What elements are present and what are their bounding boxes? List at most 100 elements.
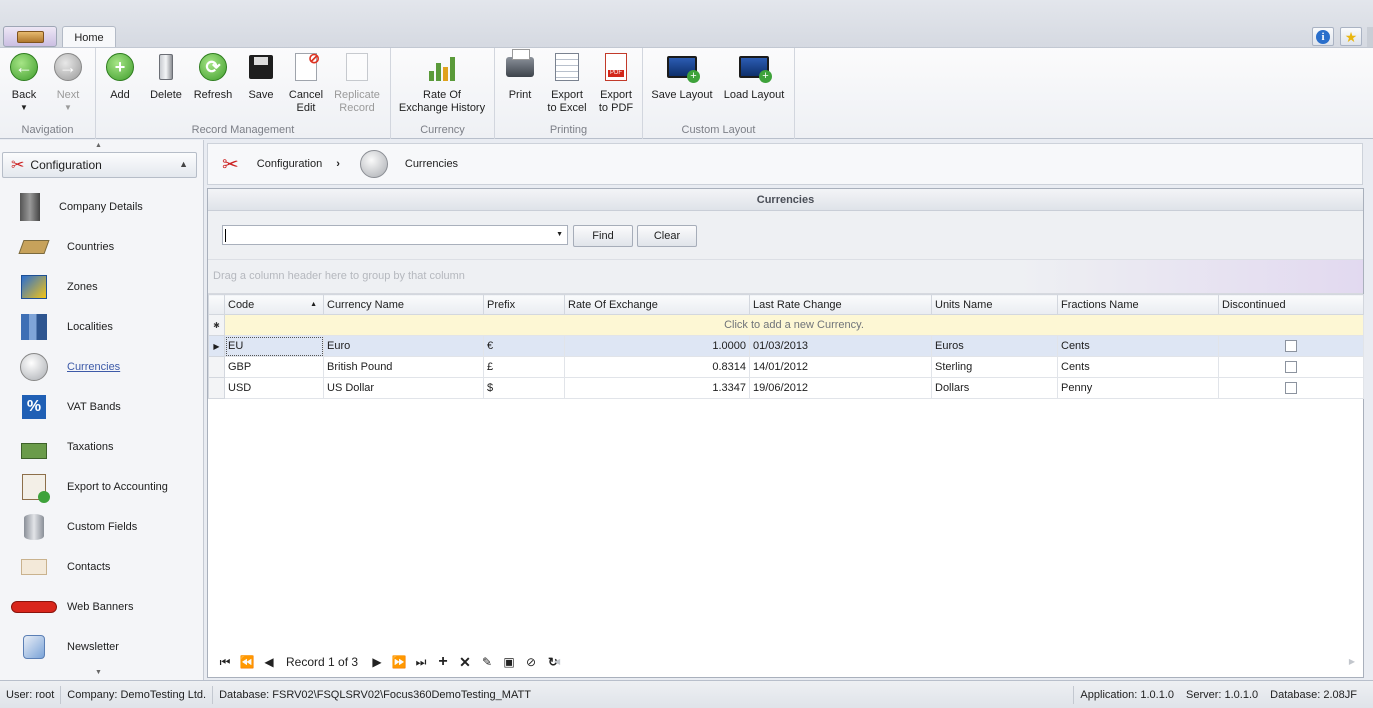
append-record-icon[interactable]: + [432, 654, 454, 670]
currencies-panel: Currencies ▼ Find Clear Drag a column he… [207, 188, 1364, 678]
application-menu-button[interactable] [3, 26, 57, 47]
save-button[interactable]: Save [244, 51, 278, 102]
end-edit-icon[interactable]: ▣ [498, 656, 520, 668]
last-record-icon[interactable]: ⏭ [410, 656, 432, 668]
cell-fractions-name[interactable]: Penny [1057, 377, 1219, 399]
status-company: Company: DemoTesting Ltd. [61, 685, 214, 704]
export-icon [20, 473, 50, 503]
rate-of-exchange-history-button[interactable]: Rate Of Exchange History [397, 51, 487, 115]
refresh-button[interactable]: ⟳ Refresh [192, 51, 234, 102]
scroll-left-icon[interactable]: ◀ [554, 658, 560, 666]
export-to-excel-button[interactable]: Export to Excel [545, 51, 589, 115]
cell-discontinued[interactable] [1218, 356, 1364, 378]
cell-discontinued[interactable] [1218, 377, 1364, 399]
sidebar-item-newsletter[interactable]: Newsletter [0, 627, 204, 667]
edit-record-icon[interactable]: ✎ [476, 656, 498, 668]
info-button[interactable]: i [1312, 27, 1334, 46]
load-layout-button[interactable]: Load Layout [721, 51, 787, 102]
clear-button[interactable]: Clear [637, 225, 697, 247]
replicate-record-button[interactable]: Replicate Record [332, 51, 382, 115]
cell-last-rate-change[interactable]: 19/06/2012 [749, 377, 932, 399]
cell-fractions-name[interactable]: Cents [1057, 335, 1219, 357]
cell-prefix[interactable]: £ [483, 356, 565, 378]
cell-prefix[interactable]: $ [483, 377, 565, 399]
cell-code[interactable]: GBP [224, 356, 324, 378]
cell-fractions-name[interactable]: Cents [1057, 356, 1219, 378]
save-layout-button[interactable]: Save Layout [649, 51, 715, 102]
cancel-edit-button[interactable]: ⊘ Cancel Edit [288, 51, 324, 115]
discontinued-checkbox[interactable] [1285, 382, 1297, 395]
next-record-icon[interactable]: ▶ [366, 656, 388, 668]
sidebar-header-configuration[interactable]: ✂ Configuration ▲ [2, 152, 197, 178]
cell-code[interactable]: EU [224, 335, 324, 357]
delete-record-icon[interactable]: ✕ [454, 655, 476, 669]
back-button[interactable]: ← Back ▼ [8, 51, 40, 112]
print-button[interactable]: Print [503, 49, 537, 102]
sidebar-item-export-to-accounting[interactable]: Export to Accounting [0, 467, 204, 507]
delete-button[interactable]: Delete [146, 51, 186, 102]
sidebar-item-vat-bands[interactable]: % VAT Bands [0, 387, 204, 427]
sidebar-item-company-details[interactable]: Company Details [0, 187, 204, 227]
status-database: Database: FSRV02\FSQLSRV02\Focus360DemoT… [219, 688, 531, 701]
column-header-discontinued[interactable]: Discontinued [1218, 294, 1364, 315]
scroll-right-icon[interactable]: ▶ [1349, 658, 1355, 666]
group-panel[interactable]: Drag a column header here to group by th… [208, 260, 1363, 294]
cell-last-rate-change[interactable]: 14/01/2012 [749, 356, 932, 378]
sidebar-scroll-down-icon[interactable]: ▼ [95, 669, 102, 676]
next-page-icon[interactable]: ⏩ [388, 656, 410, 668]
sidebar: ▲ ✂ Configuration ▲ Company Details Coun… [0, 140, 204, 680]
cancel-edit-icon[interactable]: ⊘ [520, 656, 542, 668]
cell-currency-name[interactable]: Euro [323, 335, 484, 357]
cell-currency-name[interactable]: British Pound [323, 356, 484, 378]
column-header-code[interactable]: Code ▲ [224, 294, 324, 315]
panel-title: Currencies [208, 189, 1363, 211]
new-item-row[interactable]: ✱ Click to add a new Currency. [208, 314, 1364, 336]
cell-rate[interactable]: 1.3347 [564, 377, 750, 399]
status-bar: User: root Company: DemoTesting Ltd. Dat… [0, 680, 1373, 708]
previous-record-icon[interactable]: ◀ [258, 656, 280, 668]
add-button[interactable]: + Add [104, 51, 136, 102]
sidebar-item-currencies[interactable]: Currencies [0, 347, 204, 387]
sidebar-item-contacts[interactable]: Contacts [0, 547, 204, 587]
cell-last-rate-change[interactable]: 01/03/2013 [749, 335, 932, 357]
column-header-currency-name[interactable]: Currency Name [323, 294, 484, 315]
search-input[interactable]: ▼ [222, 225, 568, 245]
cell-units-name[interactable]: Euros [931, 335, 1058, 357]
cell-discontinued[interactable] [1218, 335, 1364, 357]
table-row[interactable]: ▶ EU Euro € 1.0000 01/03/2013 Euros Cent… [208, 335, 1364, 357]
cell-units-name[interactable]: Dollars [931, 377, 1058, 399]
breadcrumb-configuration[interactable]: Configuration [257, 158, 322, 170]
cell-rate[interactable]: 0.8314 [564, 356, 750, 378]
sidebar-item-web-banners[interactable]: Web Banners [0, 587, 204, 627]
sidebar-item-countries[interactable]: Countries [0, 227, 204, 267]
cell-rate[interactable]: 1.0000 [564, 335, 750, 357]
find-button[interactable]: Find [573, 225, 633, 247]
column-header-prefix[interactable]: Prefix [483, 294, 565, 315]
export-to-pdf-button[interactable]: PDF Export to PDF [595, 51, 637, 115]
sidebar-item-localities[interactable]: Localities [0, 307, 204, 347]
horizontal-scrollbar[interactable]: ◀ ▶ [554, 658, 1355, 666]
favorite-button[interactable]: ★ [1340, 27, 1362, 46]
cell-prefix[interactable]: € [483, 335, 565, 357]
discontinued-checkbox[interactable] [1285, 361, 1297, 374]
table-row[interactable]: USD US Dollar $ 1.3347 19/06/2012 Dollar… [208, 377, 1364, 399]
new-row-hint[interactable]: Click to add a new Currency. [224, 314, 1364, 336]
column-header-units-name[interactable]: Units Name [931, 294, 1058, 315]
cell-currency-name[interactable]: US Dollar [323, 377, 484, 399]
discontinued-checkbox[interactable] [1285, 340, 1297, 353]
cell-units-name[interactable]: Sterling [931, 356, 1058, 378]
table-row[interactable]: GBP British Pound £ 0.8314 14/01/2012 St… [208, 356, 1364, 378]
sidebar-scroll-up-icon[interactable]: ▲ [95, 142, 102, 149]
sidebar-item-custom-fields[interactable]: Custom Fields [0, 507, 204, 547]
column-header-last-rate-change[interactable]: Last Rate Change [749, 294, 932, 315]
sidebar-item-zones[interactable]: Zones [0, 267, 204, 307]
first-record-icon[interactable]: ⏮ [214, 656, 236, 668]
next-button[interactable]: → Next ▼ [52, 51, 84, 112]
column-header-rate-of-exchange[interactable]: Rate Of Exchange [564, 294, 750, 315]
tab-home[interactable]: Home [62, 26, 116, 49]
cell-code[interactable]: USD [224, 377, 324, 399]
sidebar-item-taxations[interactable]: Taxations [0, 427, 204, 467]
previous-page-icon[interactable]: ⏪ [236, 656, 258, 668]
column-header-fractions-name[interactable]: Fractions Name [1057, 294, 1219, 315]
dropdown-arrow-icon[interactable]: ▼ [556, 231, 563, 238]
